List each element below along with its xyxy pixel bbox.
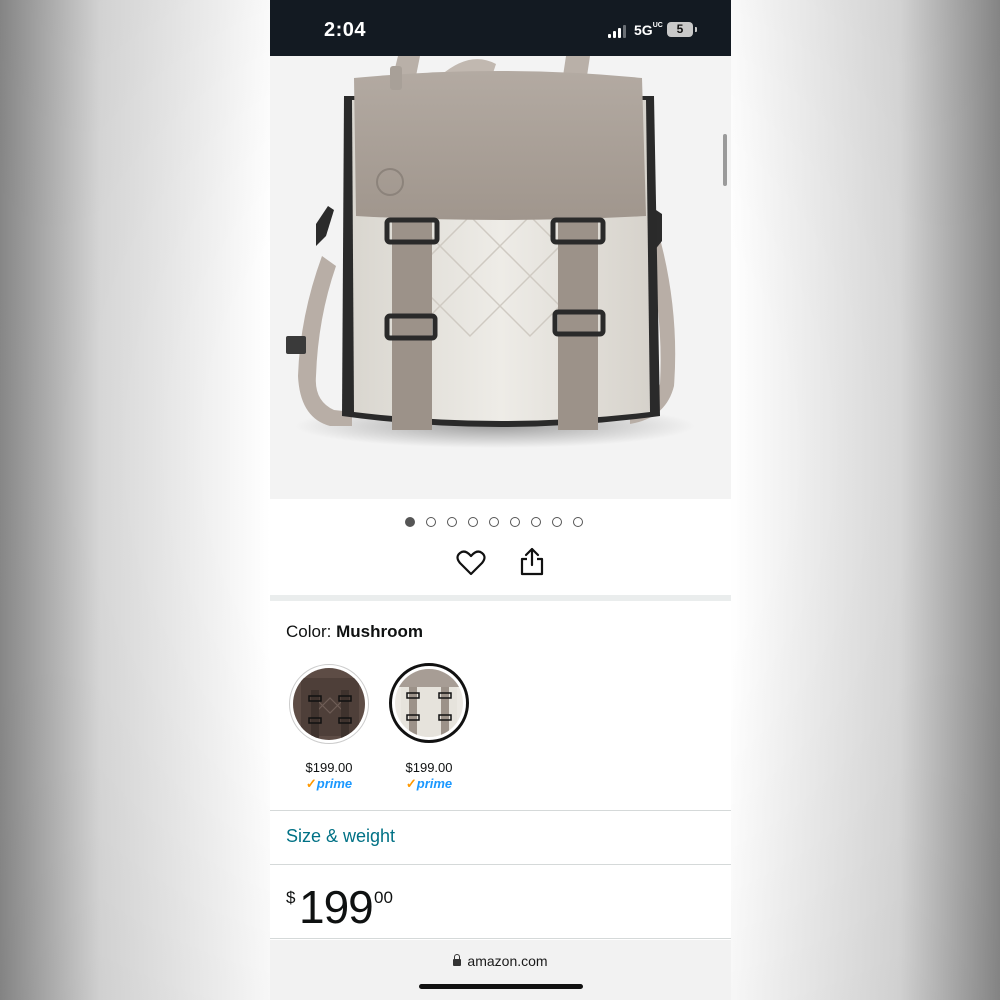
- swatch-image: [293, 668, 365, 740]
- network-label: 5GUC: [634, 22, 663, 38]
- carousel-dot[interactable]: [510, 517, 520, 527]
- browser-bottom-bar: amazon.com: [270, 940, 731, 1000]
- prime-check-icon: ✓: [305, 776, 317, 791]
- swatch-image: [395, 669, 463, 737]
- color-label: Color:: [286, 622, 332, 641]
- carousel-dot[interactable]: [405, 517, 415, 527]
- signal-icon: [608, 24, 626, 38]
- swatch-backpack-image: [399, 669, 459, 737]
- url-bar[interactable]: amazon.com: [270, 953, 731, 969]
- carousel-dot[interactable]: [552, 517, 562, 527]
- carousel-dot[interactable]: [426, 517, 436, 527]
- swatch-price: $199.00: [305, 760, 353, 775]
- price-whole: 199: [299, 881, 374, 933]
- image-scroll-indicator: [723, 134, 727, 186]
- carousel-dot[interactable]: [468, 517, 478, 527]
- image-actions-panel: [270, 499, 731, 595]
- carousel-dot[interactable]: [489, 517, 499, 527]
- prime-badge: ✓prime: [384, 776, 474, 792]
- prime-label: prime: [316, 776, 353, 791]
- share-icon: [520, 547, 544, 576]
- lock-icon: [453, 954, 462, 966]
- favorite-button[interactable]: [456, 549, 486, 577]
- price-fraction: 00: [374, 888, 393, 907]
- divider: [270, 810, 731, 811]
- carousel-dot[interactable]: [531, 517, 541, 527]
- home-indicator[interactable]: [419, 984, 583, 989]
- network-sup: UC: [652, 22, 663, 29]
- color-swatch-brown[interactable]: [289, 664, 369, 744]
- carousel-dot[interactable]: [447, 517, 457, 527]
- prime-check-icon: ✓: [405, 776, 417, 791]
- prime-badge: ✓prime: [284, 776, 374, 792]
- battery-icon: 5: [667, 22, 693, 37]
- share-button[interactable]: [519, 547, 545, 577]
- divider: [270, 864, 731, 865]
- phone-screen: 2:04 5GUC 5 Color: Mushroom $199.00 ✓pri…: [270, 0, 731, 1000]
- backpack-image: [286, 56, 695, 448]
- battery-cap: [695, 27, 697, 32]
- status-time: 2:04: [324, 19, 367, 41]
- carousel-dots[interactable]: [405, 517, 583, 527]
- selected-color-name: Mushroom: [336, 622, 423, 641]
- size-weight-link[interactable]: Size & weight: [286, 826, 395, 847]
- swatch-backpack-image: [301, 678, 359, 738]
- price-currency: $: [286, 888, 296, 907]
- url-text: amazon.com: [467, 953, 548, 969]
- product-image[interactable]: [270, 56, 731, 499]
- heart-icon: [456, 550, 486, 576]
- section-separator: [270, 595, 731, 601]
- swatch-price: $199.00: [405, 760, 453, 775]
- prime-label: prime: [416, 776, 453, 791]
- status-bar: 2:04 5GUC 5: [270, 0, 731, 56]
- network-type: 5G: [634, 22, 653, 38]
- color-label-row: Color: Mushroom: [286, 622, 423, 642]
- divider: [270, 938, 731, 939]
- color-swatch-mushroom[interactable]: [389, 663, 469, 743]
- carousel-dot[interactable]: [573, 517, 583, 527]
